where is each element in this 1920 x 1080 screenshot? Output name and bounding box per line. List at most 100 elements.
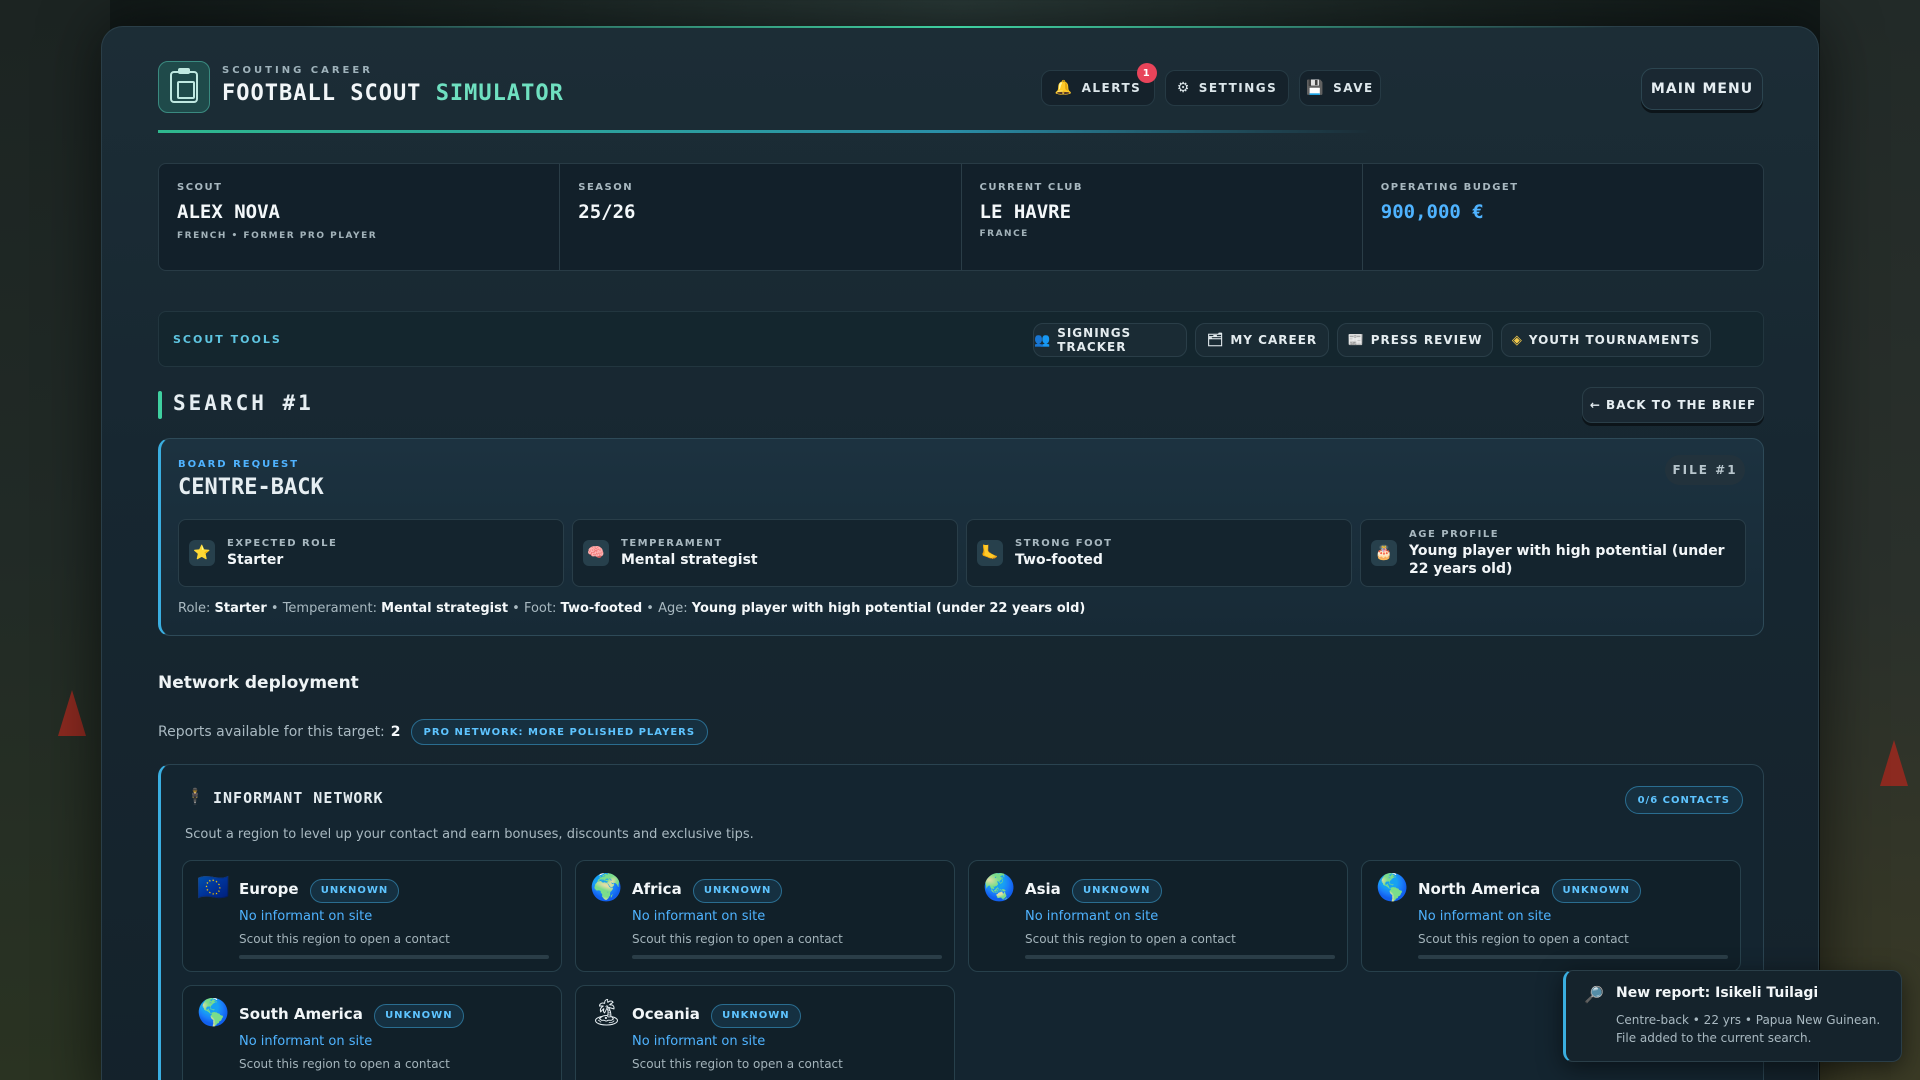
region-name: Asia (1025, 880, 1061, 898)
stat-label: OPERATING BUDGET (1380, 182, 1519, 193)
floppy-disk-icon: 💾 (1306, 80, 1326, 96)
region-status-badge: UNKNOWN (1072, 879, 1162, 903)
alerts-label: ALERTS (1081, 81, 1142, 95)
globe-africa-icon: 🌍 (590, 873, 623, 903)
region-name: Africa (632, 880, 682, 898)
signings-tracker-label: SIGNINGS TRACKER (1057, 326, 1132, 354)
reports-available: Reports available for this target: 2 PRO… (158, 719, 709, 745)
scout-name: ALEX NOVA (177, 201, 280, 223)
board-request-card: BOARD REQUEST CENTRE-BACK FILE #1 ⭐ EXPE… (158, 438, 1764, 636)
informant-description: Scout a region to level up your contact … (185, 827, 754, 842)
stat-club: CURRENT CLUB LE HAVRE FRANCE (962, 164, 1363, 270)
summary-role-label: Role: (178, 601, 211, 616)
criterion-expected-role: ⭐ EXPECTED ROLE Starter (178, 519, 564, 587)
magnifier-icon: 🔎 (1584, 985, 1604, 1004)
bell-icon: 🔔 (1054, 80, 1074, 96)
region-card-south-america[interactable]: 🌎 South America UNKNOWN No informant on … (182, 985, 562, 1080)
gear-icon: ⚙ (1176, 80, 1191, 96)
back-to-brief-button[interactable]: ← BACK TO THE BRIEF (1582, 387, 1764, 423)
settings-button[interactable]: ⚙ SETTINGS (1165, 70, 1289, 106)
informant-person-icon: 🕴 (185, 787, 205, 806)
youth-tournaments-button[interactable]: ◈ YOUTH TOURNAMENTS (1501, 323, 1711, 357)
summary-role-value: Starter (214, 601, 267, 616)
alerts-count-badge: 1 (1137, 63, 1157, 83)
my-career-button[interactable]: 🗂 MY CAREER (1195, 323, 1329, 357)
summary-age-label: Age: (658, 601, 688, 616)
signings-tracker-button[interactable]: 👥 SIGNINGS TRACKER (1033, 323, 1187, 357)
alerts-button[interactable]: 🔔 ALERTS 1 (1041, 63, 1157, 106)
region-progress-bar (1025, 955, 1335, 959)
save-button[interactable]: 💾 SAVE (1299, 70, 1381, 106)
background-forest-left (0, 0, 110, 1080)
criterion-value: Two-footed (1015, 551, 1103, 568)
youth-tournaments-label: YOUTH TOURNAMENTS (1528, 333, 1701, 347)
scout-tools-bar: SCOUT TOOLS 👥 SIGNINGS TRACKER 🗂 MY CARE… (158, 311, 1764, 367)
training-cone (58, 690, 86, 736)
people-icon: 👥 (1034, 332, 1052, 348)
criterion-label: STRONG FOOT (1015, 537, 1113, 549)
criterion-value: Mental strategist (621, 551, 758, 568)
region-progress-bar (1418, 955, 1728, 959)
budget-value: 900,000 € (1380, 201, 1484, 223)
brief-summary: Role: Starter • Temperament: Mental stra… (178, 601, 1086, 616)
app-title-part2: SIMULATOR (435, 81, 564, 106)
summary-temperament-label: Temperament: (282, 601, 378, 616)
press-review-button[interactable]: 📰 PRESS REVIEW (1337, 323, 1493, 357)
star-icon: ⭐ (189, 540, 215, 566)
pro-network-pill: PRO NETWORK: MORE POLISHED PLAYERS (410, 719, 709, 745)
main-panel: SCOUTING CAREER FOOTBALL SCOUT SIMULATOR… (101, 26, 1819, 1080)
training-cone (1880, 740, 1908, 786)
app-subtitle: SCOUTING CAREER (222, 65, 373, 76)
new-report-toast[interactable]: 🔎 New report: Isikeli Tuilagi Centre-bac… (1563, 970, 1902, 1062)
search-title: SEARCH #1 (173, 391, 314, 415)
main-menu-button[interactable]: MAIN MENU (1641, 68, 1763, 110)
app-title: FOOTBALL SCOUT SIMULATOR (222, 81, 564, 106)
region-card-oceania[interactable]: 🏝 Oceania UNKNOWN No informant on site S… (575, 985, 955, 1080)
brain-icon: 🧠 (583, 540, 609, 566)
region-card-north-america[interactable]: 🌎 North America UNKNOWN No informant on … (1361, 860, 1741, 972)
region-informant-status: No informant on site (239, 1034, 373, 1049)
region-status-badge: UNKNOWN (374, 1004, 464, 1028)
summary-temperament-value: Mental strategist (381, 601, 509, 616)
region-name-row: Oceania UNKNOWN (632, 1004, 801, 1028)
file-badge: FILE #1 (1665, 455, 1745, 485)
toast-title: New report: Isikeli Tuilagi (1616, 985, 1819, 1001)
region-name-row: Asia UNKNOWN (1025, 879, 1162, 903)
summary-age-value: Young player with high potential (under … (691, 601, 1086, 616)
region-informant-status: No informant on site (1418, 909, 1552, 924)
region-status-badge: UNKNOWN (1551, 879, 1642, 903)
globe-asia-icon: 🌏 (983, 873, 1016, 903)
app-title-part1: FOOTBALL SCOUT (222, 81, 422, 106)
save-label: SAVE (1333, 81, 1374, 95)
region-status-badge: UNKNOWN (692, 879, 783, 903)
background-forest-right (1820, 0, 1920, 1080)
criterion-strong-foot: 🦶 STRONG FOOT Two-footed (966, 519, 1352, 587)
cake-icon: 🎂 (1371, 540, 1397, 566)
region-name: South America (239, 1005, 363, 1023)
region-card-africa[interactable]: 🌍 Africa UNKNOWN No informant on site Sc… (575, 860, 955, 972)
region-hint: Scout this region to open a contact (239, 932, 450, 946)
header-divider (158, 130, 1588, 133)
criterion-value: Starter (227, 551, 284, 568)
criterion-label: TEMPERAMENT (621, 537, 723, 549)
region-hint: Scout this region to open a contact (632, 1057, 843, 1071)
region-hint: Scout this region to open a contact (239, 1057, 450, 1071)
criterion-value: Young player with high potential (under … (1409, 542, 1725, 577)
region-name: Oceania (632, 1005, 700, 1023)
season-value: 25/26 (578, 201, 636, 223)
region-name-row: North America UNKNOWN (1418, 879, 1642, 903)
stat-scout: SCOUT ALEX NOVA FRENCH • FORMER PRO PLAY… (159, 164, 561, 270)
diamond-sign-icon: ◈ (1511, 332, 1523, 348)
board-request-label: BOARD REQUEST (178, 459, 300, 470)
position-title: CENTRE-BACK (178, 475, 324, 500)
informant-network-title: INFORMANT NETWORK (213, 789, 384, 807)
region-card-asia[interactable]: 🌏 Asia UNKNOWN No informant on site Scou… (968, 860, 1348, 972)
region-name-row: South America UNKNOWN (239, 1004, 464, 1028)
search-accent-bar (158, 391, 162, 419)
region-informant-status: No informant on site (632, 909, 766, 924)
stat-label: SEASON (578, 182, 634, 193)
region-card-europe[interactable]: 🇪🇺 Europe UNKNOWN No informant on site S… (182, 860, 562, 972)
reports-label: Reports available for this target: (158, 724, 385, 740)
globe-americas-icon: 🌎 (1376, 873, 1409, 903)
summary-foot-value: Two-footed (560, 601, 643, 616)
